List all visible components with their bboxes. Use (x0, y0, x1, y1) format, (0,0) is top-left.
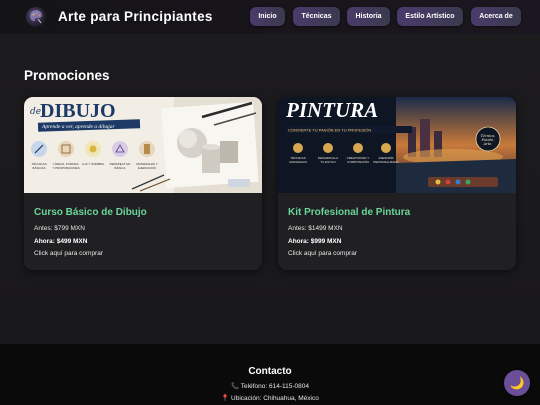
buy-link[interactable]: Click aquí para comprar (288, 250, 357, 257)
svg-text:TU ESTILO: TU ESTILO (320, 160, 336, 164)
svg-text:EJERCICIOS: EJERCICIOS (138, 166, 156, 170)
svg-text:Y PROPORCIONES: Y PROPORCIONES (52, 166, 79, 170)
product-name[interactable]: Kit Profesional de Pintura (288, 207, 410, 218)
site-footer: Contacto 📞 Teléfono: 614-115-0804 📍 Ubic… (0, 344, 540, 405)
nav-estilo-artistico[interactable]: Estilo Artístico (397, 7, 463, 26)
buy-link[interactable]: Click aquí para comprar (34, 250, 103, 257)
promotions-heading: Promociones (24, 68, 110, 83)
svg-text:AVANZADAS: AVANZADAS (289, 160, 307, 164)
product-card-drawing[interactable]: de DIBUJO Aprende a ver, aprende a dibuj… (24, 97, 262, 270)
nav-acerca-de[interactable]: Acerca de (471, 7, 521, 26)
svg-text:DIBUJO: DIBUJO (40, 100, 116, 122)
nav-historia[interactable]: Historia (347, 7, 390, 26)
product-original-price: Antes: $1499 MXN (288, 225, 343, 232)
svg-text:CONVIERTE TU PASIÓN EN TU PROF: CONVIERTE TU PASIÓN EN TU PROFESIÓN (288, 128, 371, 133)
nav-tecnicas[interactable]: Técnicas (293, 7, 340, 26)
product-card-painting[interactable]: Técnica, Pasión, Arte. PINTURA CONVIERTE… (278, 97, 516, 270)
contact-location: 📍 Ubicación: Chihuahua, México (221, 395, 319, 402)
svg-text:LUZ Y SOMBRA: LUZ Y SOMBRA (82, 162, 104, 166)
moon-icon[interactable]: 🌙 (504, 370, 530, 396)
product-name[interactable]: Curso Básico de Dibujo (34, 207, 147, 218)
palette-logo-icon[interactable] (26, 7, 46, 27)
product-original-price: Antes: $799 MXN (34, 225, 85, 232)
painting-kit-banner[interactable]: Técnica, Pasión, Arte. PINTURA CONVIERTE… (278, 97, 516, 193)
svg-text:PINTURA: PINTURA (285, 98, 378, 122)
product-sale-price: Ahora: $999 MXN (288, 238, 342, 245)
contact-phone: 📞 Teléfono: 614-115-0804 (231, 383, 309, 390)
contact-heading: Contacto (248, 366, 292, 377)
product-sale-price: Ahora: $499 MXN (34, 238, 88, 245)
svg-text:BÁSICAS: BÁSICAS (32, 166, 45, 170)
svg-text:Arte.: Arte. (482, 142, 492, 146)
site-title: Arte para Principiantes (58, 9, 213, 24)
svg-text:COMPOSICIÓN: COMPOSICIÓN (347, 159, 369, 164)
nav-inicio[interactable]: Inicio (250, 7, 285, 26)
site-header: Arte para Principiantes Inicio Técnicas … (0, 0, 540, 34)
svg-text:PERSONALIZADA: PERSONALIZADA (373, 160, 398, 164)
drawing-course-banner[interactable]: de DIBUJO Aprende a ver, aprende a dibuj… (24, 97, 262, 193)
svg-text:BÁSICA: BÁSICA (114, 166, 125, 170)
svg-text:Aprende a ver, aprende a dibuj: Aprende a ver, aprende a dibujar (41, 124, 115, 130)
